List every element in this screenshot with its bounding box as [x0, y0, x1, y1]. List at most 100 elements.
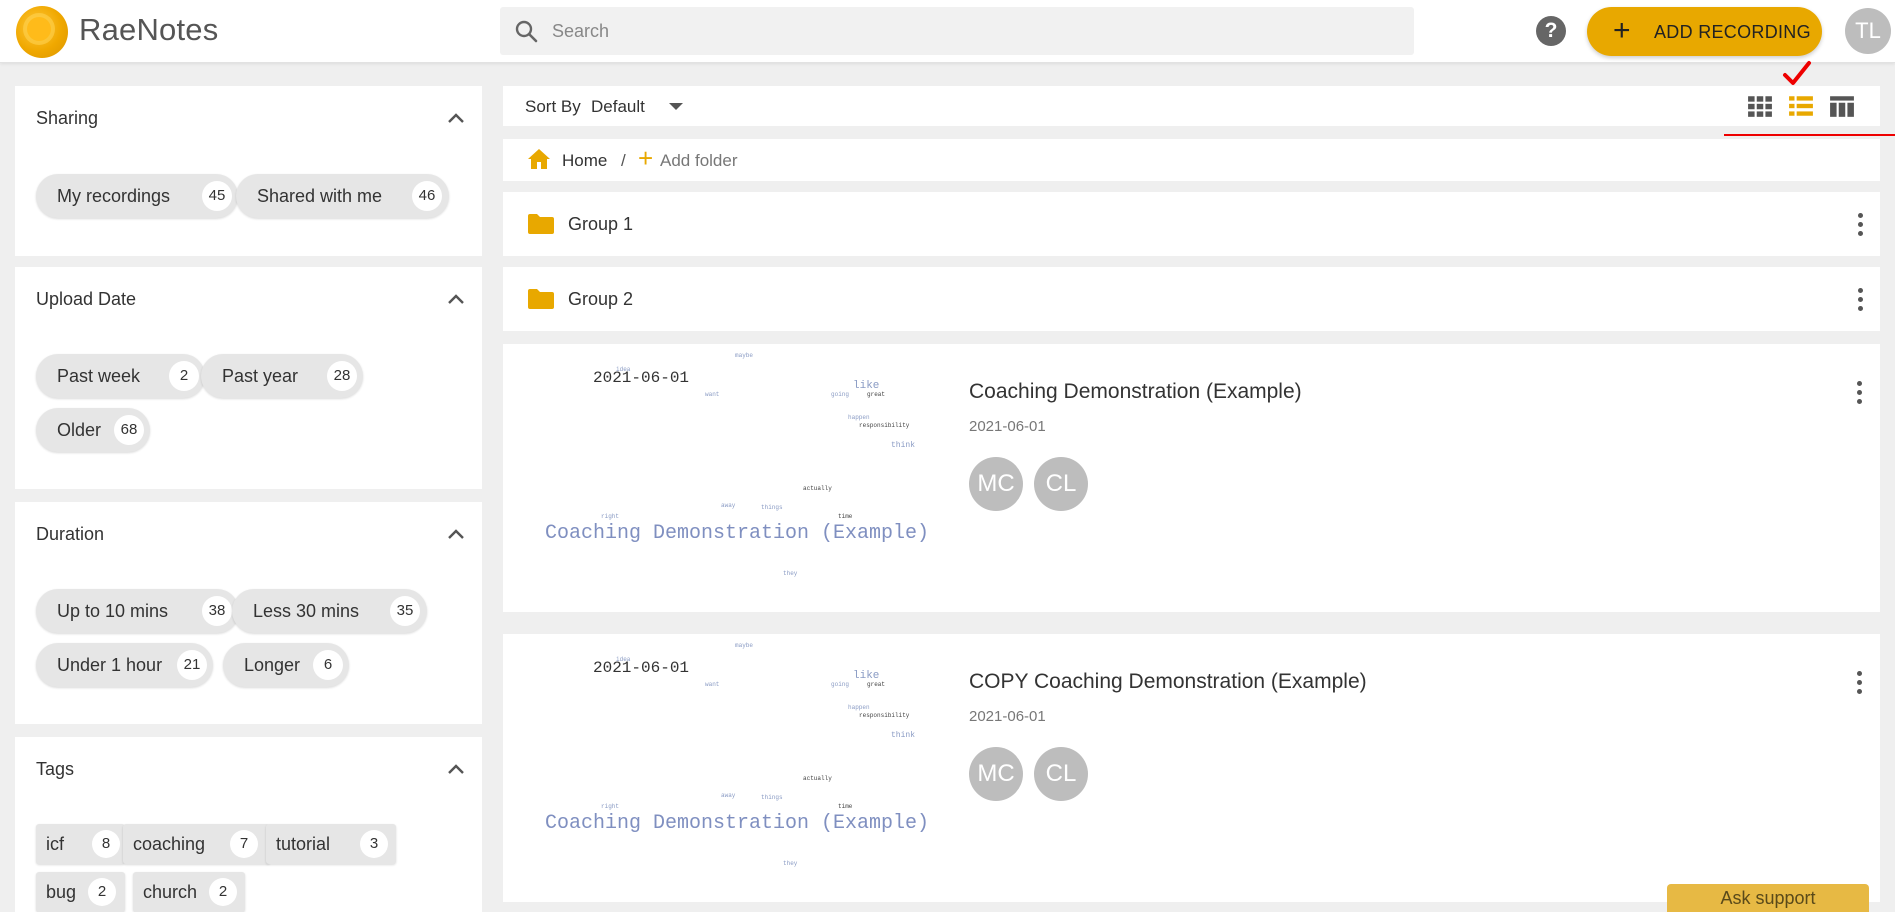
- filter-chip-past-week[interactable]: Past week 2: [36, 354, 205, 398]
- filter-chip-less-30-mins[interactable]: Less 30 mins 35: [232, 589, 427, 633]
- count-badge: 6: [313, 650, 343, 680]
- add-folder-button[interactable]: Add folder: [660, 151, 738, 171]
- thumbnail-date: 2021-06-01: [593, 659, 689, 677]
- add-recording-label: ADD RECORDING: [1654, 22, 1811, 42]
- count-badge: 7: [230, 830, 258, 858]
- word-cloud-word: think: [891, 441, 915, 450]
- folder-icon: [528, 289, 554, 309]
- filter-chip-under-1-hour[interactable]: Under 1 hour 21: [36, 643, 213, 687]
- folder-icon: [528, 214, 554, 234]
- sharing-filter-panel: Sharing My recordings 45 Shared with me …: [15, 86, 482, 256]
- participant-avatar[interactable]: CL: [1034, 747, 1088, 801]
- count-badge: 45: [202, 181, 232, 211]
- home-icon[interactable]: [527, 148, 551, 170]
- tag-chip-icf[interactable]: icf 8: [36, 824, 125, 864]
- thumbnail-title: Coaching Demonstration (Example): [545, 812, 929, 835]
- count-badge: 46: [412, 181, 442, 211]
- ask-support-button[interactable]: Ask support: [1667, 884, 1869, 912]
- folder-name: Group 1: [568, 214, 634, 234]
- word-cloud-word: maybe: [735, 352, 753, 359]
- more-vert-icon[interactable]: [1858, 288, 1864, 312]
- sort-select[interactable]: Default: [591, 97, 645, 117]
- panel-title-duration: Duration: [36, 524, 105, 544]
- thumbnail-date: 2021-06-01: [593, 369, 689, 387]
- filter-chip-up-to-10-mins[interactable]: Up to 10 mins 38: [36, 589, 239, 633]
- word-cloud-word: away: [721, 502, 736, 509]
- word-cloud-word: want: [705, 391, 719, 398]
- recording-title[interactable]: COPY Coaching Demonstration (Example): [969, 670, 1367, 694]
- recording-title[interactable]: Coaching Demonstration (Example): [969, 380, 1302, 404]
- recording-card[interactable]: maybe idea like great going want actuall…: [503, 634, 1880, 902]
- word-cloud-word: great: [867, 681, 885, 688]
- count-badge: 8: [92, 830, 120, 858]
- folder-row[interactable]: Group 1: [503, 192, 1880, 256]
- app-name: RaeNotes: [79, 12, 219, 47]
- more-vert-icon[interactable]: [1857, 671, 1863, 695]
- chevron-up-icon[interactable]: [446, 524, 466, 544]
- breadcrumb-separator: /: [621, 151, 626, 170]
- panel-title-sharing: Sharing: [36, 108, 99, 128]
- word-cloud-word: happen: [848, 414, 870, 421]
- upload-date-filter-panel: Upload Date Past week 2 Past year 28 Old…: [15, 267, 482, 489]
- search-bar[interactable]: [500, 7, 1414, 55]
- grid-view-icon[interactable]: [1747, 94, 1773, 118]
- tag-chip-coaching[interactable]: coaching 7: [123, 824, 270, 864]
- plus-icon: +: [1613, 14, 1631, 47]
- word-cloud-word: happen: [848, 704, 870, 711]
- filter-chip-older[interactable]: Older 68: [36, 408, 150, 452]
- thumbnail-title: Coaching Demonstration (Example): [545, 522, 929, 545]
- folder-row[interactable]: Group 2: [503, 267, 1880, 331]
- word-cloud-word: maybe: [735, 642, 753, 649]
- participant-avatar[interactable]: MC: [969, 747, 1023, 801]
- tag-chip-bug[interactable]: bug 2: [36, 872, 125, 912]
- add-folder-plus-icon[interactable]: +: [638, 145, 653, 171]
- tags-filter-panel: Tags icf 8 coaching 7 tutorial 3 bug 2 c…: [15, 737, 482, 912]
- table-view-icon[interactable]: [1829, 94, 1855, 118]
- recording-card[interactable]: maybe idea like great going want actuall…: [503, 344, 1880, 612]
- count-badge: 2: [209, 878, 237, 906]
- word-cloud-word: great: [867, 391, 885, 398]
- breadcrumb: Home / + Add folder: [503, 139, 1880, 181]
- user-avatar[interactable]: TL: [1845, 8, 1891, 54]
- list-view-icon[interactable]: [1788, 94, 1814, 118]
- search-input[interactable]: [552, 7, 1392, 55]
- word-cloud-thumbnail[interactable]: maybe idea like great going want actuall…: [513, 634, 953, 902]
- filter-chip-past-year[interactable]: Past year 28: [201, 354, 363, 398]
- panel-title-upload-date: Upload Date: [36, 289, 137, 309]
- chevron-up-icon[interactable]: [446, 289, 466, 309]
- count-badge: 3: [360, 830, 388, 858]
- count-badge: 2: [169, 361, 199, 391]
- tag-chip-church[interactable]: church 2: [133, 872, 245, 912]
- chevron-up-icon[interactable]: [446, 108, 466, 128]
- word-cloud-word: going: [831, 391, 849, 398]
- sort-toolbar: Sort By Default: [503, 86, 1880, 126]
- sort-by-label: Sort By: [525, 97, 581, 116]
- dropdown-arrow-icon[interactable]: [669, 103, 683, 110]
- word-cloud-word: right: [601, 803, 619, 810]
- participant-avatar[interactable]: MC: [969, 457, 1023, 511]
- chevron-up-icon[interactable]: [446, 759, 466, 779]
- count-badge: 21: [177, 650, 207, 680]
- count-badge: 38: [202, 596, 232, 626]
- word-cloud-word: actually: [803, 485, 832, 492]
- word-cloud-word: responsibility: [859, 712, 910, 719]
- filter-chip-longer[interactable]: Longer 6: [223, 643, 349, 687]
- recording-date: 2021-06-01: [969, 708, 1046, 725]
- help-icon[interactable]: ?: [1536, 16, 1566, 46]
- word-cloud-thumbnail[interactable]: maybe idea like great going want actuall…: [513, 344, 953, 612]
- add-recording-button[interactable]: + ADD RECORDING: [1587, 7, 1822, 56]
- recording-date: 2021-06-01: [969, 418, 1046, 435]
- tag-chip-tutorial[interactable]: tutorial 3: [266, 824, 396, 864]
- breadcrumb-home[interactable]: Home: [562, 151, 607, 171]
- count-badge: 28: [327, 361, 357, 391]
- participant-avatar[interactable]: CL: [1034, 457, 1088, 511]
- raenotes-logo[interactable]: [16, 6, 68, 58]
- more-vert-icon[interactable]: [1858, 213, 1864, 237]
- red-checkmark-annotation: [1783, 61, 1811, 85]
- word-cloud-word: away: [721, 792, 736, 799]
- more-vert-icon[interactable]: [1857, 381, 1863, 405]
- filter-chip-shared-with-me[interactable]: Shared with me 46: [236, 174, 449, 218]
- count-badge: 68: [114, 415, 144, 445]
- filter-chip-my-recordings[interactable]: My recordings 45: [36, 174, 238, 218]
- word-cloud-word: things: [761, 504, 783, 511]
